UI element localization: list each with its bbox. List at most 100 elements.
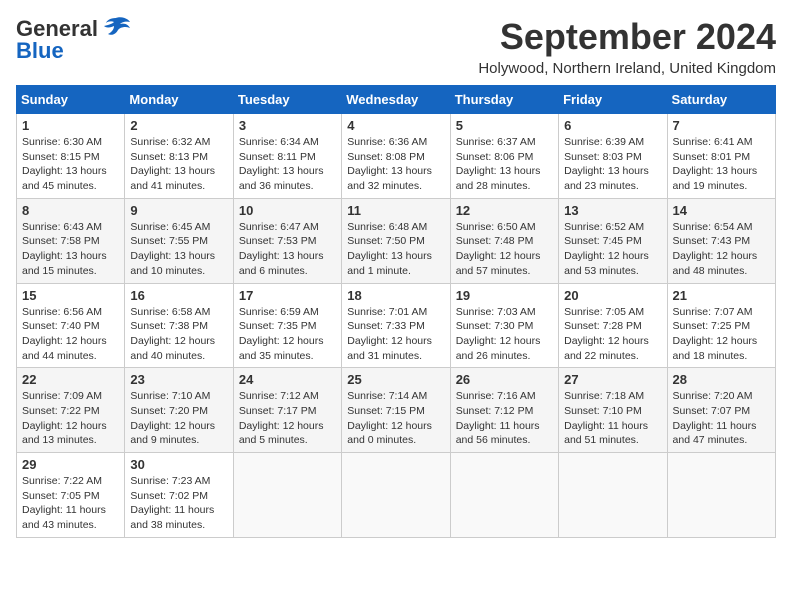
calendar-day-cell: 20 Sunrise: 7:05 AMSunset: 7:28 PMDayligh… (559, 283, 667, 368)
day-info: Sunrise: 6:32 AMSunset: 8:13 PMDaylight:… (130, 135, 227, 194)
logo-blue: Blue (16, 38, 64, 64)
day-number: 24 (239, 372, 336, 387)
calendar-day-cell: 17 Sunrise: 6:59 AMSunset: 7:35 PMDayligh… (233, 283, 341, 368)
day-number: 27 (564, 372, 661, 387)
day-number: 11 (347, 203, 444, 218)
day-number: 8 (22, 203, 119, 218)
calendar-day-cell: 12Sunrise: 6:50 AMSunset: 7:48 PMDayligh… (450, 198, 558, 283)
day-info: Sunrise: 6:47 AMSunset: 7:53 PMDaylight:… (239, 220, 336, 279)
day-info: Sunrise: 6:54 AMSunset: 7:43 PMDaylight:… (673, 220, 770, 279)
day-info: Sunrise: 6:58 AMSunset: 7:38 PMDaylight:… (130, 305, 227, 364)
calendar-day-cell: 19Sunrise: 7:03 AMSunset: 7:30 PMDayligh… (450, 283, 558, 368)
day-info: Sunrise: 6:52 AMSunset: 7:45 PMDaylight:… (564, 220, 661, 279)
calendar-day-cell: 14 Sunrise: 6:54 AMSunset: 7:43 PMDayligh… (667, 198, 775, 283)
empty-cell (233, 453, 341, 538)
day-info: Sunrise: 7:07 AMSunset: 7:25 PMDaylight:… (673, 305, 770, 364)
day-number: 9 (130, 203, 227, 218)
header-saturday: Saturday (667, 86, 775, 114)
calendar-day-cell: 26Sunrise: 7:16 AMSunset: 7:12 PMDayligh… (450, 368, 558, 453)
header-sunday: Sunday (17, 86, 125, 114)
day-number: 4 (347, 118, 444, 133)
empty-cell (559, 453, 667, 538)
day-number: 14 (673, 203, 770, 218)
day-info: Sunrise: 7:22 AMSunset: 7:05 PMDaylight:… (22, 474, 119, 533)
day-number: 25 (347, 372, 444, 387)
day-info: Sunrise: 6:50 AMSunset: 7:48 PMDaylight:… (456, 220, 553, 279)
day-number: 30 (130, 457, 227, 472)
day-number: 10 (239, 203, 336, 218)
day-number: 20 (564, 288, 661, 303)
day-info: Sunrise: 7:09 AMSunset: 7:22 PMDaylight:… (22, 389, 119, 448)
calendar-week-row: 29 Sunrise: 7:22 AMSunset: 7:05 PMDayligh… (17, 453, 776, 538)
empty-cell (342, 453, 450, 538)
day-info: Sunrise: 7:23 AMSunset: 7:02 PMDaylight:… (130, 474, 227, 533)
calendar-day-cell: 25 Sunrise: 7:14 AMSunset: 7:15 PMDayligh… (342, 368, 450, 453)
header-tuesday: Tuesday (233, 86, 341, 114)
calendar-day-cell: 29 Sunrise: 7:22 AMSunset: 7:05 PMDayligh… (17, 453, 125, 538)
calendar-day-cell: 13 Sunrise: 6:52 AMSunset: 7:45 PMDayligh… (559, 198, 667, 283)
day-info: Sunrise: 6:56 AMSunset: 7:40 PMDaylight:… (22, 305, 119, 364)
empty-cell (450, 453, 558, 538)
title-block: September 2024 Holywood, Northern Irelan… (478, 16, 776, 77)
day-number: 1 (22, 118, 119, 133)
day-info: Sunrise: 6:48 AMSunset: 7:50 PMDaylight:… (347, 220, 444, 279)
day-info: Sunrise: 6:41 AMSunset: 8:01 PMDaylight:… (673, 135, 770, 194)
logo-bird-icon (102, 16, 130, 36)
day-info: Sunrise: 7:20 AMSunset: 7:07 PMDaylight:… (673, 389, 770, 448)
day-info: Sunrise: 7:14 AMSunset: 7:15 PMDaylight:… (347, 389, 444, 448)
calendar-day-cell: 2 Sunrise: 6:32 AMSunset: 8:13 PMDaylight… (125, 114, 233, 199)
day-number: 22 (22, 372, 119, 387)
day-info: Sunrise: 6:34 AMSunset: 8:11 PMDaylight:… (239, 135, 336, 194)
calendar-day-cell: 15 Sunrise: 6:56 AMSunset: 7:40 PMDayligh… (17, 283, 125, 368)
day-number: 16 (130, 288, 227, 303)
day-number: 15 (22, 288, 119, 303)
calendar-day-cell: 30 Sunrise: 7:23 AMSunset: 7:02 PMDayligh… (125, 453, 233, 538)
day-info: Sunrise: 6:45 AMSunset: 7:55 PMDaylight:… (130, 220, 227, 279)
day-number: 7 (673, 118, 770, 133)
day-info: Sunrise: 6:36 AMSunset: 8:08 PMDaylight:… (347, 135, 444, 194)
day-info: Sunrise: 6:59 AMSunset: 7:35 PMDaylight:… (239, 305, 336, 364)
day-number: 28 (673, 372, 770, 387)
calendar-day-cell: 5Sunrise: 6:37 AMSunset: 8:06 PMDaylight… (450, 114, 558, 199)
day-info: Sunrise: 6:39 AMSunset: 8:03 PMDaylight:… (564, 135, 661, 194)
day-info: Sunrise: 7:01 AMSunset: 7:33 PMDaylight:… (347, 305, 444, 364)
day-number: 18 (347, 288, 444, 303)
day-info: Sunrise: 7:05 AMSunset: 7:28 PMDaylight:… (564, 305, 661, 364)
day-number: 3 (239, 118, 336, 133)
calendar-day-cell: 10 Sunrise: 6:47 AMSunset: 7:53 PMDayligh… (233, 198, 341, 283)
day-number: 13 (564, 203, 661, 218)
empty-cell (667, 453, 775, 538)
location: Holywood, Northern Ireland, United Kingd… (478, 60, 776, 77)
calendar-day-cell: 28 Sunrise: 7:20 AMSunset: 7:07 PMDayligh… (667, 368, 775, 453)
day-number: 19 (456, 288, 553, 303)
calendar-week-row: 1 Sunrise: 6:30 AMSunset: 8:15 PMDaylight… (17, 114, 776, 199)
day-number: 26 (456, 372, 553, 387)
logo: General Blue (16, 16, 130, 64)
calendar-week-row: 22 Sunrise: 7:09 AMSunset: 7:22 PMDayligh… (17, 368, 776, 453)
calendar-day-cell: 18 Sunrise: 7:01 AMSunset: 7:33 PMDayligh… (342, 283, 450, 368)
calendar-day-cell: 1 Sunrise: 6:30 AMSunset: 8:15 PMDaylight… (17, 114, 125, 199)
day-number: 6 (564, 118, 661, 133)
day-number: 21 (673, 288, 770, 303)
calendar-day-cell: 8 Sunrise: 6:43 AMSunset: 7:58 PMDaylight… (17, 198, 125, 283)
calendar-day-cell: 11 Sunrise: 6:48 AMSunset: 7:50 PMDayligh… (342, 198, 450, 283)
calendar-day-cell: 23Sunrise: 7:10 AMSunset: 7:20 PMDayligh… (125, 368, 233, 453)
calendar-day-cell: 22 Sunrise: 7:09 AMSunset: 7:22 PMDayligh… (17, 368, 125, 453)
day-info: Sunrise: 6:30 AMSunset: 8:15 PMDaylight:… (22, 135, 119, 194)
day-number: 2 (130, 118, 227, 133)
day-info: Sunrise: 6:37 AMSunset: 8:06 PMDaylight:… (456, 135, 553, 194)
calendar-day-cell: 27 Sunrise: 7:18 AMSunset: 7:10 PMDayligh… (559, 368, 667, 453)
calendar-week-row: 15 Sunrise: 6:56 AMSunset: 7:40 PMDayligh… (17, 283, 776, 368)
calendar-table: Sunday Monday Tuesday Wednesday Thursday… (16, 85, 776, 538)
calendar-week-row: 8 Sunrise: 6:43 AMSunset: 7:58 PMDaylight… (17, 198, 776, 283)
calendar-day-cell: 9 Sunrise: 6:45 AMSunset: 7:55 PMDaylight… (125, 198, 233, 283)
header-thursday: Thursday (450, 86, 558, 114)
header-monday: Monday (125, 86, 233, 114)
day-info: Sunrise: 6:43 AMSunset: 7:58 PMDaylight:… (22, 220, 119, 279)
day-info: Sunrise: 7:18 AMSunset: 7:10 PMDaylight:… (564, 389, 661, 448)
calendar-day-cell: 16 Sunrise: 6:58 AMSunset: 7:38 PMDayligh… (125, 283, 233, 368)
day-info: Sunrise: 7:12 AMSunset: 7:17 PMDaylight:… (239, 389, 336, 448)
calendar-day-cell: 4 Sunrise: 6:36 AMSunset: 8:08 PMDaylight… (342, 114, 450, 199)
day-number: 17 (239, 288, 336, 303)
day-number: 29 (22, 457, 119, 472)
